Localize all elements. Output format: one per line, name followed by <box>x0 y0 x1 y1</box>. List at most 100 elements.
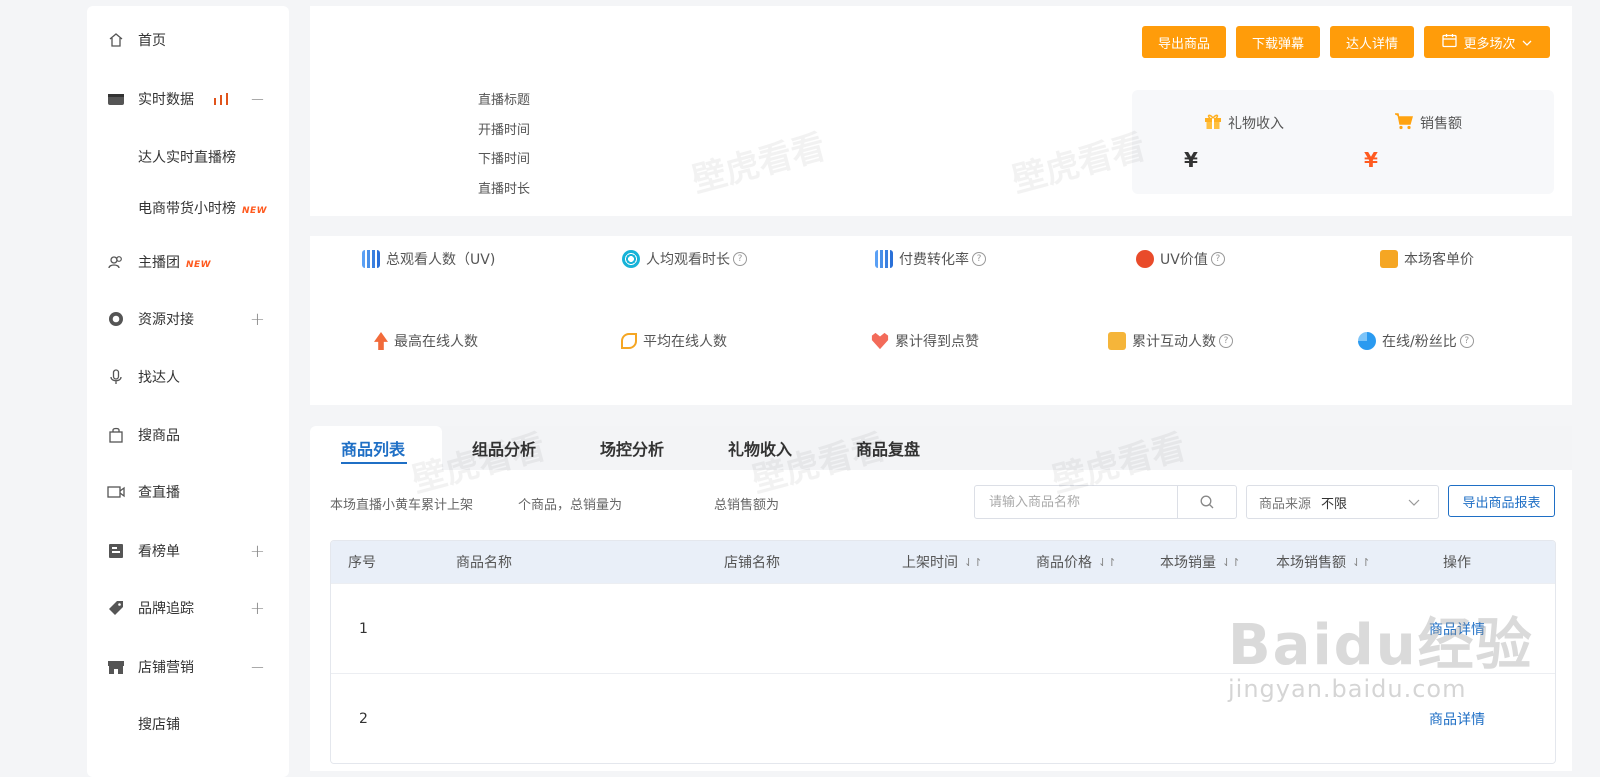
sidebar-item-label: 电商带货小时榜 NEW <box>138 201 268 217</box>
tab-gift-income[interactable]: 礼物收入 <box>728 426 792 470</box>
sort-icon: ⇃↾ <box>1352 555 1371 569</box>
search-button[interactable] <box>1177 486 1236 518</box>
sidebar-item-brand-track[interactable]: 品牌追踪 + <box>87 588 289 628</box>
sidebar-item-rankings[interactable]: 看榜单 + <box>87 531 289 571</box>
tab-product-list[interactable]: 商品列表 <box>310 426 442 470</box>
help-icon[interactable]: ? <box>733 252 747 266</box>
bag-icon <box>107 426 125 444</box>
chat-icon <box>1108 332 1126 350</box>
video-icon <box>107 483 125 501</box>
products-section: 商品列表 组品分析 场控分析 礼物收入 商品复盘 本场直播小黄车累计上架 个商品… <box>310 426 1572 771</box>
sidebar-item-realtime[interactable]: 实时数据 − <box>87 79 289 119</box>
pie-icon <box>1358 332 1376 350</box>
collapse-icon[interactable]: − <box>250 89 265 110</box>
resource-icon <box>107 310 125 328</box>
metric-pay-rate: 付费转化率? <box>875 249 986 269</box>
sidebar-item-label: 搜店铺 <box>138 717 180 733</box>
cart-icon <box>1394 112 1414 134</box>
more-sessions-button[interactable]: 更多场次 <box>1424 26 1550 58</box>
summary-listed: 本场直播小黄车累计上架 <box>330 498 474 513</box>
product-source-select[interactable]: 商品来源 不限 <box>1246 485 1439 519</box>
sidebar-item-resource[interactable]: 资源对接 + <box>87 299 289 339</box>
export-report-button[interactable]: 导出商品报表 <box>1448 485 1555 517</box>
chevron-down-icon <box>1522 35 1532 50</box>
product-search <box>974 485 1237 519</box>
influencer-detail-button[interactable]: 达人详情 <box>1330 26 1414 58</box>
sort-icon: ⇃↾ <box>964 555 983 569</box>
metric-avg-watch: 人均观看时长? <box>622 249 747 269</box>
sort-icon: ⇃↾ <box>1098 555 1117 569</box>
col-product-name: 商品名称 <box>456 555 512 571</box>
gift-icon <box>1204 112 1222 134</box>
sidebar-item-label: 首页 <box>138 33 166 49</box>
metric-fan-ratio: 在线/粉丝比? <box>1358 331 1474 351</box>
live-overview-card: 导出商品 下载弹幕 达人详情 更多场次 直播标题 开播时间 下播时间 直播时长 … <box>310 6 1572 216</box>
gift-income-value: ¥ <box>1184 148 1198 172</box>
income-summary: 礼物收入 ¥ 销售额 ¥ <box>1132 90 1554 194</box>
search-input[interactable] <box>975 486 1177 518</box>
tab-underline <box>341 462 407 464</box>
product-detail-link[interactable]: 商品详情 <box>1429 674 1485 763</box>
mic-icon <box>107 368 125 386</box>
tab-control-analysis[interactable]: 场控分析 <box>600 426 664 470</box>
row-index: 2 <box>359 710 368 727</box>
live-end-label: 下播时间 <box>478 152 531 167</box>
more-sessions-label: 更多场次 <box>1463 36 1516 52</box>
live-start-label: 开播时间 <box>478 122 531 138</box>
sidebar-item-label: 店铺营销 <box>138 660 194 676</box>
sidebar-item-label: 搜商品 <box>138 428 180 444</box>
live-duration-label: 直播时长 <box>478 181 531 197</box>
new-badge: NEW <box>242 206 268 216</box>
metric-unit-price: 本场客单价 <box>1380 249 1474 269</box>
metric-total-uv: 总观看人数（UV) <box>362 249 495 269</box>
export-products-button[interactable]: 导出商品 <box>1142 26 1226 58</box>
sidebar-item-influencer-live-rank[interactable]: 达人实时直播榜 <box>87 137 289 177</box>
summary-revenue: 总销售额为 <box>714 498 780 513</box>
group-icon <box>107 253 125 271</box>
download-danmu-button[interactable]: 下载弹幕 <box>1236 26 1320 58</box>
sidebar-item-anchor-group[interactable]: 主播团 NEW <box>87 242 289 282</box>
col-sales[interactable]: 本场销量 ⇃↾ <box>1160 541 1240 583</box>
tab-bar: 商品列表 组品分析 场控分析 礼物收入 商品复盘 <box>310 426 1572 470</box>
help-icon[interactable]: ? <box>1219 334 1233 348</box>
sidebar-item-search-store[interactable]: 搜店铺 <box>87 704 289 744</box>
gift-income-stat: 礼物收入 <box>1204 112 1284 134</box>
collapse-icon[interactable]: − <box>250 657 265 678</box>
sidebar-item-search-product[interactable]: 搜商品 <box>87 415 289 455</box>
product-detail-link[interactable]: 商品详情 <box>1429 584 1485 673</box>
sidebar-item-ecommerce-hour-rank[interactable]: 电商带货小时榜 NEW <box>87 188 289 228</box>
sidebar-item-check-live[interactable]: 查直播 <box>87 472 289 512</box>
metric-uv-value: UV价值? <box>1136 249 1225 269</box>
col-shop-name: 店铺名称 <box>724 555 780 571</box>
sidebar-item-find-influencer[interactable]: 找达人 <box>87 357 289 397</box>
sidebar-item-label: 达人实时直播榜 <box>138 150 236 166</box>
help-icon[interactable]: ? <box>1210 252 1225 266</box>
sales-stat: 销售额 <box>1394 112 1462 134</box>
table-row: 2 商品详情 <box>331 673 1555 763</box>
expand-icon[interactable]: + <box>250 309 265 330</box>
calendar-icon <box>1442 33 1458 52</box>
live-icon <box>107 90 125 108</box>
sort-icon: ⇃↾ <box>1222 555 1241 569</box>
help-icon[interactable]: ? <box>1459 334 1474 348</box>
target-icon <box>622 250 640 268</box>
col-listed-time[interactable]: 上架时间 ⇃↾ <box>902 541 982 583</box>
chart-board-icon <box>107 542 125 560</box>
expand-icon[interactable]: + <box>250 541 265 562</box>
store-icon <box>107 658 125 676</box>
tab-group-analysis[interactable]: 组品分析 <box>472 426 536 470</box>
sidebar-item-store-marketing[interactable]: 店铺营销 − <box>87 647 289 687</box>
product-table: 序号 商品名称 店铺名称 上架时间 ⇃↾ 商品价格 ⇃↾ 本场销量 ⇃↾ 本场销售额 ⇃… <box>330 540 1556 764</box>
help-icon[interactable]: ? <box>972 252 986 266</box>
col-revenue[interactable]: 本场销售额 ⇃↾ <box>1276 541 1370 583</box>
expand-icon[interactable]: + <box>250 598 265 619</box>
sidebar-item-home[interactable]: 首页 <box>87 20 289 60</box>
arrow-up-icon <box>374 332 388 350</box>
col-price[interactable]: 商品价格 ⇃↾ <box>1036 541 1116 583</box>
people-icon <box>362 250 380 268</box>
sidebar-item-label: 查直播 <box>138 485 180 501</box>
col-action: 操作 <box>1443 555 1471 571</box>
tab-product-review[interactable]: 商品复盘 <box>856 426 920 470</box>
live-info-labels: 直播标题 开播时间 下播时间 直播时长 <box>478 86 530 204</box>
sidebar-item-label: 找达人 <box>138 370 180 386</box>
